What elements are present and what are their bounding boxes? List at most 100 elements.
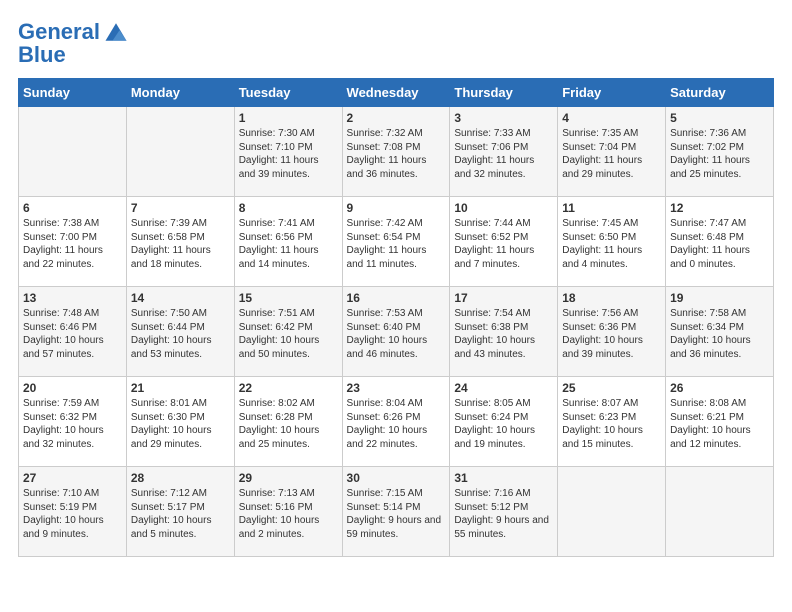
calendar-cell: 19Sunrise: 7:58 AM Sunset: 6:34 PM Dayli… xyxy=(666,287,774,377)
day-info: Sunrise: 8:05 AM Sunset: 6:24 PM Dayligh… xyxy=(454,398,535,450)
calendar-cell: 20 Sunrise: 7:59 AM Sunset: 6:32 PM Dayli… xyxy=(19,377,127,467)
page: General Blue SundayMondayTuesdayWednesda… xyxy=(0,0,792,575)
day-number: 1 xyxy=(239,111,338,125)
day-info: Sunrise: 7:51 AM Sunset: 6:42 PM Dayligh… xyxy=(239,308,320,360)
day-number: 21 xyxy=(131,381,230,395)
calendar-cell: 21 Sunrise: 8:01 AM Sunset: 6:30 PM Dayli… xyxy=(126,377,234,467)
logo: General Blue xyxy=(18,18,130,68)
day-info: Sunrise: 7:35 AM Sunset: 7:04 PM Dayligh… xyxy=(562,128,642,180)
calendar-cell: 9 Sunrise: 7:42 AM Sunset: 6:54 PM Daylig… xyxy=(342,197,450,287)
calendar-cell: 22 Sunrise: 8:02 AM Sunset: 6:28 PM Dayli… xyxy=(234,377,342,467)
calendar-cell: 3 Sunrise: 7:33 AM Sunset: 7:06 PM Daylig… xyxy=(450,107,558,197)
calendar-cell: 28Sunrise: 7:12 AM Sunset: 5:17 PM Dayli… xyxy=(126,467,234,557)
weekday-header: Sunday xyxy=(19,79,127,107)
day-number: 18 xyxy=(562,291,661,305)
calendar-cell: 5Sunrise: 7:36 AM Sunset: 7:02 PM Daylig… xyxy=(666,107,774,197)
day-number: 10 xyxy=(454,201,553,215)
day-info: Sunrise: 7:10 AM Sunset: 5:19 PM Dayligh… xyxy=(23,488,104,540)
day-number: 12 xyxy=(670,201,769,215)
day-number: 26 xyxy=(670,381,769,395)
calendar-cell: 30 Sunrise: 7:15 AM Sunset: 5:14 PM Dayli… xyxy=(342,467,450,557)
day-number: 29 xyxy=(239,471,338,485)
day-number: 24 xyxy=(454,381,553,395)
calendar-cell: 26Sunrise: 8:08 AM Sunset: 6:21 PM Dayli… xyxy=(666,377,774,467)
day-number: 27 xyxy=(23,471,122,485)
day-info: Sunrise: 7:12 AM Sunset: 5:17 PM Dayligh… xyxy=(131,488,212,540)
day-info: Sunrise: 8:04 AM Sunset: 6:26 PM Dayligh… xyxy=(347,398,428,450)
day-info: Sunrise: 7:54 AM Sunset: 6:38 PM Dayligh… xyxy=(454,308,535,360)
day-number: 11 xyxy=(562,201,661,215)
calendar-cell: 10 Sunrise: 7:44 AM Sunset: 6:52 PM Dayli… xyxy=(450,197,558,287)
day-number: 17 xyxy=(454,291,553,305)
calendar-cell: 27 Sunrise: 7:10 AM Sunset: 5:19 PM Dayli… xyxy=(19,467,127,557)
weekday-header: Thursday xyxy=(450,79,558,107)
calendar-cell: 29 Sunrise: 7:13 AM Sunset: 5:16 PM Dayli… xyxy=(234,467,342,557)
calendar-cell: 7 Sunrise: 7:39 AM Sunset: 6:58 PM Daylig… xyxy=(126,197,234,287)
day-number: 20 xyxy=(23,381,122,395)
day-info: Sunrise: 7:48 AM Sunset: 6:46 PM Dayligh… xyxy=(23,308,104,360)
calendar-cell xyxy=(126,107,234,197)
calendar-cell: 31 Sunrise: 7:16 AM Sunset: 5:12 PM Dayli… xyxy=(450,467,558,557)
weekday-header: Wednesday xyxy=(342,79,450,107)
calendar-cell: 15 Sunrise: 7:51 AM Sunset: 6:42 PM Dayli… xyxy=(234,287,342,377)
weekday-header: Friday xyxy=(558,79,666,107)
day-number: 3 xyxy=(454,111,553,125)
day-number: 9 xyxy=(347,201,446,215)
day-info: Sunrise: 7:15 AM Sunset: 5:14 PM Dayligh… xyxy=(347,488,442,540)
calendar-cell: 16 Sunrise: 7:53 AM Sunset: 6:40 PM Dayli… xyxy=(342,287,450,377)
logo-icon xyxy=(102,18,130,46)
calendar-week-row: 27 Sunrise: 7:10 AM Sunset: 5:19 PM Dayli… xyxy=(19,467,774,557)
calendar-cell: 17 Sunrise: 7:54 AM Sunset: 6:38 PM Dayli… xyxy=(450,287,558,377)
day-info: Sunrise: 7:33 AM Sunset: 7:06 PM Dayligh… xyxy=(454,128,534,180)
day-info: Sunrise: 7:41 AM Sunset: 6:56 PM Dayligh… xyxy=(239,218,319,270)
day-number: 25 xyxy=(562,381,661,395)
day-number: 16 xyxy=(347,291,446,305)
calendar-cell: 1 Sunrise: 7:30 AM Sunset: 7:10 PM Daylig… xyxy=(234,107,342,197)
day-info: Sunrise: 7:39 AM Sunset: 6:58 PM Dayligh… xyxy=(131,218,211,270)
day-info: Sunrise: 7:58 AM Sunset: 6:34 PM Dayligh… xyxy=(670,308,751,360)
day-number: 5 xyxy=(670,111,769,125)
day-info: Sunrise: 8:07 AM Sunset: 6:23 PM Dayligh… xyxy=(562,398,643,450)
header-row: SundayMondayTuesdayWednesdayThursdayFrid… xyxy=(19,79,774,107)
calendar-cell: 24 Sunrise: 8:05 AM Sunset: 6:24 PM Dayli… xyxy=(450,377,558,467)
day-info: Sunrise: 8:02 AM Sunset: 6:28 PM Dayligh… xyxy=(239,398,320,450)
day-info: Sunrise: 7:16 AM Sunset: 5:12 PM Dayligh… xyxy=(454,488,549,540)
calendar-cell: 14 Sunrise: 7:50 AM Sunset: 6:44 PM Dayli… xyxy=(126,287,234,377)
day-info: Sunrise: 7:32 AM Sunset: 7:08 PM Dayligh… xyxy=(347,128,427,180)
calendar-week-row: 6Sunrise: 7:38 AM Sunset: 7:00 PM Daylig… xyxy=(19,197,774,287)
day-info: Sunrise: 7:42 AM Sunset: 6:54 PM Dayligh… xyxy=(347,218,427,270)
day-number: 22 xyxy=(239,381,338,395)
day-number: 30 xyxy=(347,471,446,485)
day-info: Sunrise: 7:50 AM Sunset: 6:44 PM Dayligh… xyxy=(131,308,212,360)
day-info: Sunrise: 7:53 AM Sunset: 6:40 PM Dayligh… xyxy=(347,308,428,360)
day-number: 4 xyxy=(562,111,661,125)
calendar-cell: 4 Sunrise: 7:35 AM Sunset: 7:04 PM Daylig… xyxy=(558,107,666,197)
day-number: 31 xyxy=(454,471,553,485)
calendar-week-row: 20 Sunrise: 7:59 AM Sunset: 6:32 PM Dayli… xyxy=(19,377,774,467)
day-info: Sunrise: 7:45 AM Sunset: 6:50 PM Dayligh… xyxy=(562,218,642,270)
calendar-cell: 18 Sunrise: 7:56 AM Sunset: 6:36 PM Dayli… xyxy=(558,287,666,377)
day-number: 8 xyxy=(239,201,338,215)
calendar-table: SundayMondayTuesdayWednesdayThursdayFrid… xyxy=(18,78,774,557)
day-info: Sunrise: 7:13 AM Sunset: 5:16 PM Dayligh… xyxy=(239,488,320,540)
calendar-cell: 25 Sunrise: 8:07 AM Sunset: 6:23 PM Dayli… xyxy=(558,377,666,467)
calendar-cell: 8 Sunrise: 7:41 AM Sunset: 6:56 PM Daylig… xyxy=(234,197,342,287)
day-info: Sunrise: 8:01 AM Sunset: 6:30 PM Dayligh… xyxy=(131,398,212,450)
calendar-cell xyxy=(19,107,127,197)
day-number: 14 xyxy=(131,291,230,305)
calendar-cell xyxy=(558,467,666,557)
day-number: 7 xyxy=(131,201,230,215)
day-info: Sunrise: 7:59 AM Sunset: 6:32 PM Dayligh… xyxy=(23,398,104,450)
day-info: Sunrise: 7:30 AM Sunset: 7:10 PM Dayligh… xyxy=(239,128,319,180)
day-number: 23 xyxy=(347,381,446,395)
weekday-header: Monday xyxy=(126,79,234,107)
calendar-cell: 11 Sunrise: 7:45 AM Sunset: 6:50 PM Dayli… xyxy=(558,197,666,287)
day-number: 15 xyxy=(239,291,338,305)
day-number: 6 xyxy=(23,201,122,215)
day-info: Sunrise: 7:56 AM Sunset: 6:36 PM Dayligh… xyxy=(562,308,643,360)
day-info: Sunrise: 7:44 AM Sunset: 6:52 PM Dayligh… xyxy=(454,218,534,270)
weekday-header: Tuesday xyxy=(234,79,342,107)
calendar-cell: 2 Sunrise: 7:32 AM Sunset: 7:08 PM Daylig… xyxy=(342,107,450,197)
calendar-week-row: 13Sunrise: 7:48 AM Sunset: 6:46 PM Dayli… xyxy=(19,287,774,377)
day-number: 2 xyxy=(347,111,446,125)
